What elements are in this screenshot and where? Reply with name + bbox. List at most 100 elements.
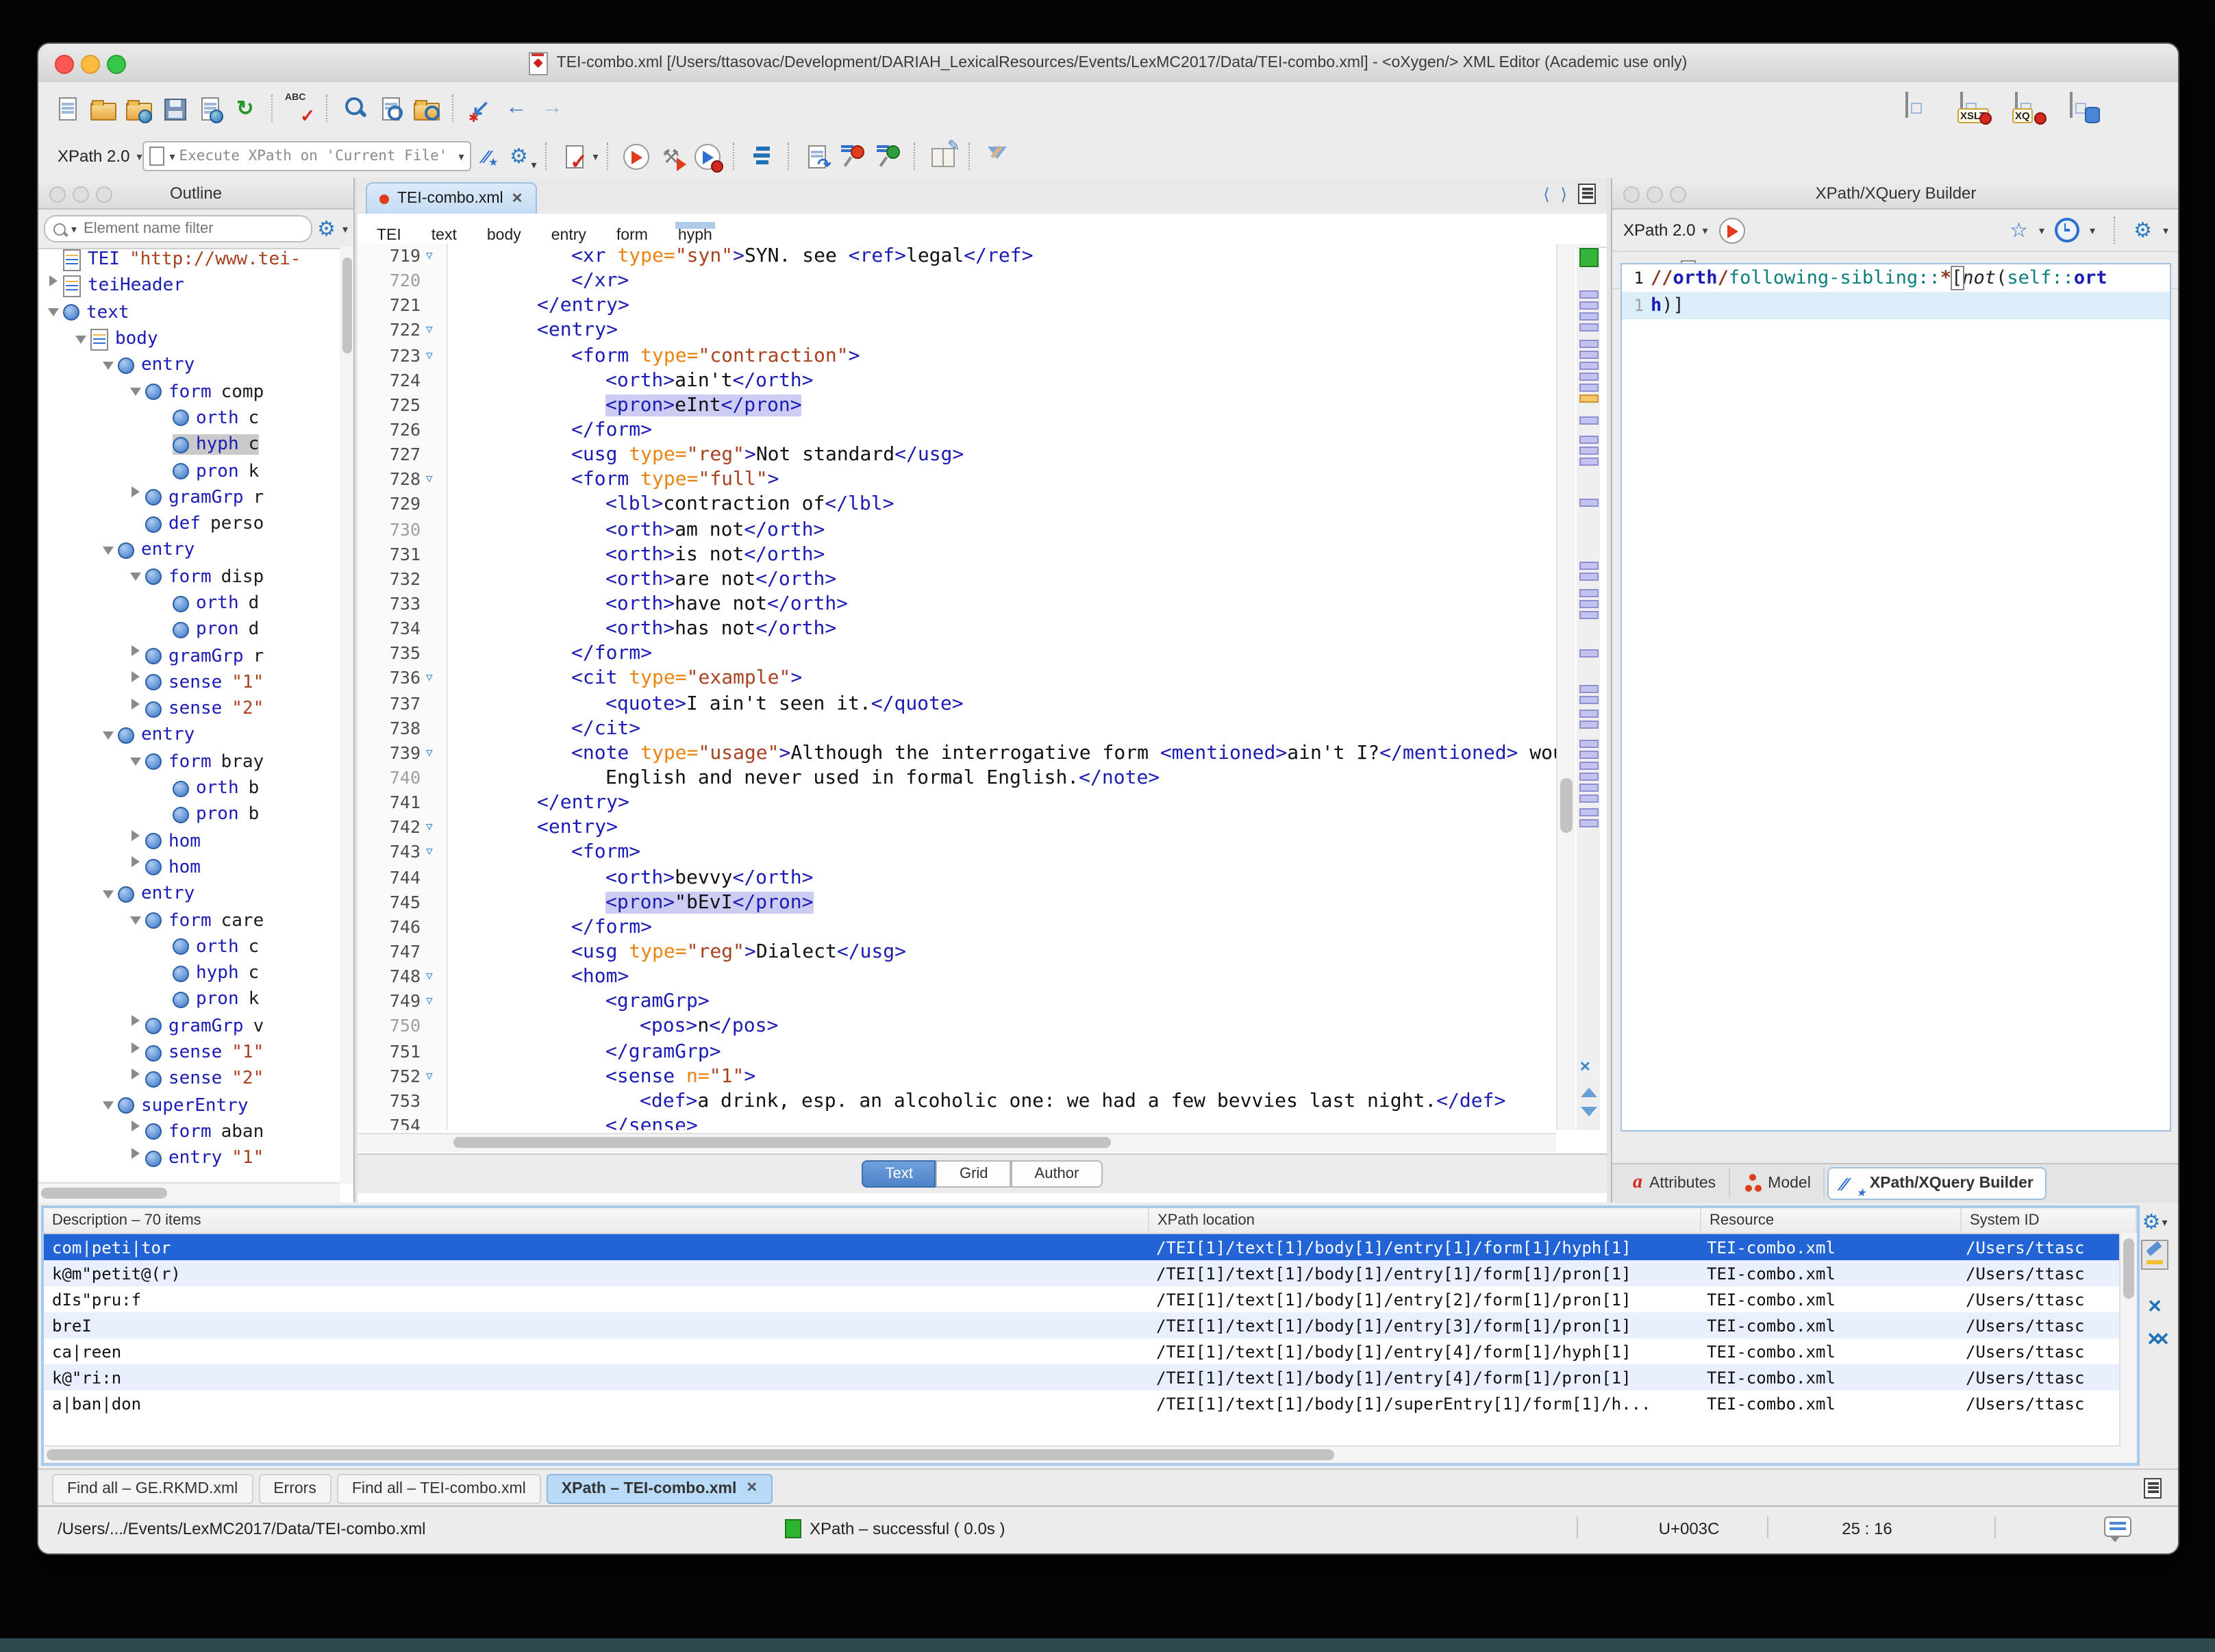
- outline-item-sense[interactable]: sense"1": [38, 1040, 340, 1066]
- panel-buttons[interactable]: [1623, 186, 1686, 203]
- manage-reviews-button[interactable]: ✎: [927, 141, 958, 171]
- code-line-727[interactable]: 727<usg type="reg">Not standard</usg>: [358, 442, 1556, 467]
- outline-horizontal-scrollbar[interactable]: [38, 1182, 340, 1203]
- code-line-752[interactable]: 752▽<sense n="1">: [358, 1064, 1556, 1088]
- results-column-header[interactable]: XPath location: [1149, 1208, 1701, 1233]
- well-formed-check-button[interactable]: [837, 141, 867, 171]
- code-line-731[interactable]: 731<orth>is not</orth>: [358, 542, 1556, 566]
- xpath-update-button[interactable]: ⁄⁄★: [473, 141, 498, 171]
- result-row[interactable]: k@"ri:n/TEI[1]/text[1]/body[1]/entry[4]/…: [44, 1364, 2137, 1390]
- match-mark[interactable]: [1579, 362, 1599, 370]
- code-line-741[interactable]: 741</entry>: [358, 790, 1556, 815]
- xquery-debugger-button[interactable]: XQ: [2015, 93, 2045, 123]
- code-line-736[interactable]: 736▽<cit type="example">: [358, 666, 1556, 691]
- code-line-730[interactable]: 730<orth>am not</orth>: [358, 517, 1556, 542]
- result-row[interactable]: breI/TEI[1]/text[1]/body[1]/entry[3]/for…: [44, 1312, 2137, 1338]
- save-button[interactable]: [159, 93, 189, 123]
- remove-all-results-button[interactable]: ✕✕: [2141, 1326, 2168, 1353]
- result-row[interactable]: k@m"petit@(r)/TEI[1]/text[1]/body[1]/ent…: [44, 1260, 2137, 1286]
- match-mark[interactable]: [1579, 611, 1599, 619]
- outline-item-teiHeader[interactable]: teiHeader: [38, 273, 340, 300]
- outline-item-entry[interactable]: entry: [38, 538, 340, 564]
- breadcrumb-item-TEI[interactable]: TEI: [377, 222, 401, 244]
- match-mark[interactable]: [1579, 499, 1599, 507]
- database-perspective-button[interactable]: [2070, 93, 2100, 123]
- match-mark[interactable]: [1579, 685, 1599, 693]
- code-line-743[interactable]: 743▽<form>: [358, 840, 1556, 865]
- outline-item-form[interactable]: formcare: [38, 908, 340, 934]
- match-mark[interactable]: [1579, 808, 1599, 816]
- outline-item-pron[interactable]: pronk: [38, 987, 340, 1014]
- result-row[interactable]: ca|reen/TEI[1]/text[1]/body[1]/entry[4]/…: [44, 1338, 2137, 1364]
- editor-horizontal-scrollbar[interactable]: [358, 1133, 1556, 1152]
- code-line-721[interactable]: 721</entry>: [358, 294, 1556, 318]
- outline-item-form[interactable]: formbray: [38, 749, 340, 775]
- match-mark[interactable]: [1579, 740, 1599, 748]
- outline-panel-header[interactable]: Outline: [38, 178, 353, 210]
- match-mark[interactable]: [1579, 290, 1599, 299]
- match-mark[interactable]: [1579, 600, 1599, 608]
- breadcrumb-item-body[interactable]: body: [487, 222, 521, 244]
- outline-item-sense[interactable]: sense"1": [38, 670, 340, 697]
- code-line-749[interactable]: 749▽<gramGrp>: [358, 989, 1556, 1014]
- match-mark[interactable]: [1579, 721, 1599, 729]
- fold-toggle-icon[interactable]: ▽: [426, 318, 448, 343]
- match-mark[interactable]: [1579, 351, 1599, 359]
- xpath-version-dropdown[interactable]: XPath 2.0: [58, 147, 129, 166]
- back-button[interactable]: ←: [501, 93, 531, 123]
- match-mark[interactable]: [1579, 589, 1599, 597]
- match-mark[interactable]: [1579, 373, 1599, 381]
- match-mark[interactable]: [1579, 784, 1599, 792]
- outline-item-sense[interactable]: sense"2": [38, 1066, 340, 1092]
- code-line-725[interactable]: 725<pron>eInt</pron>: [358, 393, 1556, 418]
- outline-item-gramGrp[interactable]: gramGrpv: [38, 1013, 340, 1040]
- panel-buttons[interactable]: [49, 186, 112, 203]
- results-column-header[interactable]: System ID: [1962, 1208, 2137, 1233]
- mode-tab-grid[interactable]: Grid: [936, 1160, 1012, 1188]
- match-mark[interactable]: [1579, 773, 1599, 781]
- code-line-740[interactable]: 740English and never used in formal Engl…: [358, 766, 1556, 790]
- code-line-737[interactable]: 737<quote>I ain't seen it.</quote>: [358, 691, 1556, 716]
- clear-highlights-icon[interactable]: ✕: [1579, 1060, 1591, 1075]
- results-column-header[interactable]: Resource: [1701, 1208, 1962, 1233]
- outline-item-form[interactable]: formaban: [38, 1119, 340, 1146]
- highlight-results-button[interactable]: [2141, 1241, 2168, 1268]
- outline-item-entry[interactable]: entry: [38, 881, 340, 908]
- code-area[interactable]: 719▽<xr type="syn">SYN. see <ref>legal</…: [358, 244, 1556, 1130]
- outline-item-hyph[interactable]: hyphc: [38, 960, 340, 987]
- outline-vertical-scrollbar[interactable]: [340, 247, 353, 1184]
- find-replace-button[interactable]: [375, 93, 405, 123]
- match-mark[interactable]: [1579, 762, 1599, 770]
- outline-item-text[interactable]: text: [38, 299, 340, 326]
- fold-toggle-icon[interactable]: ▽: [426, 666, 448, 691]
- next-editor-button[interactable]: ⟩: [1561, 184, 1567, 203]
- format-indent-button[interactable]: [747, 141, 777, 171]
- code-line-733[interactable]: 733<orth>have not</orth>: [358, 592, 1556, 616]
- code-line-723[interactable]: 723▽<form type="contraction">: [358, 343, 1556, 368]
- favorites-icon[interactable]: ☆: [2010, 218, 2028, 242]
- outline-item-form[interactable]: formdisp: [38, 564, 340, 590]
- debug-scenario-button[interactable]: [692, 141, 722, 171]
- match-mark[interactable]: [1579, 416, 1599, 425]
- code-line-719[interactable]: 719▽<xr type="syn">SYN. see <ref>legal</…: [358, 244, 1556, 268]
- match-mark[interactable]: [1579, 573, 1599, 581]
- code-line-747[interactable]: 747<usg type="reg">Dialect</usg>: [358, 940, 1556, 964]
- match-mark[interactable]: [1579, 649, 1599, 658]
- search-button[interactable]: [340, 93, 370, 123]
- outline-item-gramGrp[interactable]: gramGrpr: [38, 484, 340, 511]
- code-line-728[interactable]: 728▽<form type="full">: [358, 468, 1556, 492]
- view-tab-find-all-ge-rkmd-xml[interactable]: Find all – GE.RKMD.xml: [52, 1473, 253, 1503]
- outline-item-pron[interactable]: pronk: [38, 458, 340, 485]
- code-line-732[interactable]: 732<orth>are not</orth>: [358, 567, 1556, 592]
- fold-toggle-icon[interactable]: ▽: [426, 840, 448, 865]
- match-mark[interactable]: [1579, 562, 1599, 570]
- results-horizontal-scrollbar[interactable]: [44, 1445, 2120, 1463]
- breadcrumb-item-text[interactable]: text: [431, 222, 457, 244]
- validate-with-button[interactable]: [873, 141, 903, 171]
- validate-button[interactable]: ✓: [558, 141, 588, 171]
- result-row[interactable]: dIs"pru:f/TEI[1]/text[1]/body[1]/entry[2…: [44, 1286, 2137, 1312]
- code-line-754[interactable]: 754</sense>: [358, 1114, 1556, 1130]
- outline-item-orth[interactable]: orthd: [38, 590, 340, 617]
- close-tab-icon[interactable]: ✕: [746, 1481, 758, 1496]
- code-line-748[interactable]: 748▽<hom>: [358, 964, 1556, 989]
